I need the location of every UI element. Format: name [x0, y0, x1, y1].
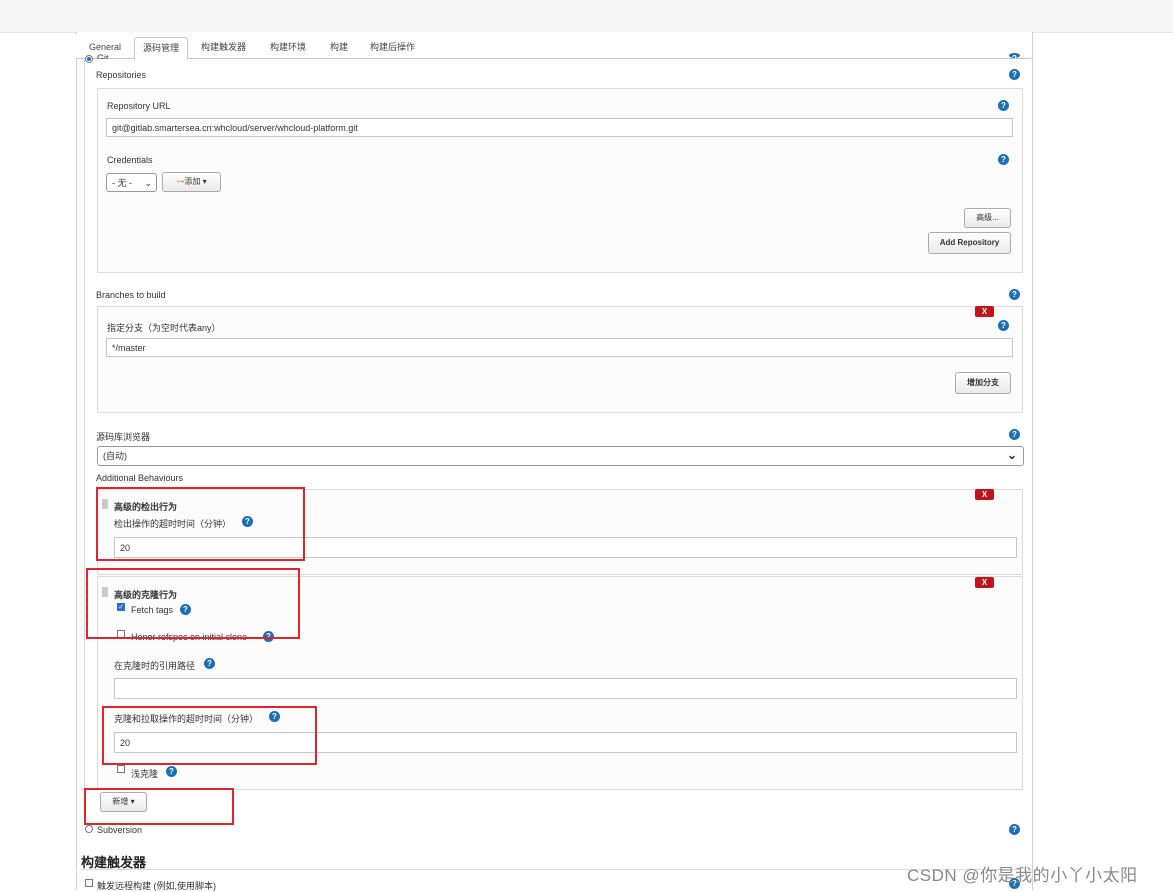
branches-help-icon[interactable]: ? — [1009, 289, 1020, 300]
delete-checkout-behaviour-button[interactable]: X — [975, 489, 994, 500]
repo-browser-help-icon[interactable]: ? — [1009, 429, 1020, 440]
credentials-label: Credentials — [107, 155, 153, 165]
branch-specifier-input[interactable]: */master — [106, 338, 1013, 357]
repositories-help-icon[interactable]: ? — [1009, 69, 1020, 80]
highlight-frame — [96, 487, 305, 561]
advanced-button[interactable]: 高级... — [964, 208, 1011, 228]
indent-guide — [84, 60, 85, 820]
top-bar — [0, 0, 1173, 33]
reference-path-help-icon[interactable]: ? — [204, 658, 215, 669]
add-credentials-label: 添加 — [184, 177, 201, 186]
repository-url-label: Repository URL — [107, 101, 171, 111]
git-help-icon[interactable]: ? — [1009, 53, 1020, 58]
delete-branch-button[interactable]: X — [975, 306, 994, 317]
branch-specifier-help-icon[interactable]: ? — [998, 320, 1009, 331]
repo-browser-select[interactable]: (自动) ⌄ — [97, 446, 1024, 466]
tab-build-environment[interactable]: 构建环境 — [262, 37, 314, 58]
repository-url-input[interactable]: git@gitlab.smartersea.cn:whcloud/server/… — [106, 118, 1013, 137]
branch-specifier-label: 指定分支（为空时代表any） — [107, 323, 221, 333]
tab-bar: General 源码管理 构建触发器 构建环境 构建 构建后操作 — [76, 34, 1031, 60]
repository-box — [97, 88, 1023, 273]
credentials-help-icon[interactable]: ? — [998, 154, 1009, 165]
watermark: CSDN @你是我的小丫小太阳 — [907, 866, 1138, 885]
highlight-frame — [84, 788, 234, 825]
add-credentials-button[interactable]: ⊶添加 ▾ — [162, 172, 221, 192]
chevron-down-icon: ⌄ — [1006, 448, 1017, 462]
credentials-select[interactable]: - 无 - ⌄ — [106, 173, 157, 192]
repo-browser-value: (自动) — [103, 451, 127, 461]
trigger-remote-checkbox[interactable] — [85, 879, 93, 887]
trigger-remote-label: 触发远程构建 (例如,使用脚本) — [97, 881, 216, 891]
git-radio-label: Git — [97, 53, 109, 59]
shallow-clone-label: 浅克隆 — [131, 769, 159, 779]
repository-url-help-icon[interactable]: ? — [998, 100, 1009, 111]
tab-source-code-management[interactable]: 源码管理 — [134, 37, 189, 60]
reference-path-label: 在克隆时的引用路径 — [114, 661, 196, 671]
credentials-select-value: - 无 - — [112, 178, 132, 188]
highlight-frame — [86, 568, 300, 639]
subversion-help-icon[interactable]: ? — [1009, 824, 1020, 835]
add-repository-button[interactable]: Add Repository — [928, 232, 1011, 254]
add-branch-button[interactable]: 增加分支 — [955, 372, 1011, 394]
section-divider — [79, 869, 1019, 870]
highlight-frame — [102, 706, 317, 765]
shallow-clone-checkbox[interactable] — [117, 765, 125, 773]
additional-behaviours-label: Additional Behaviours — [96, 473, 184, 483]
repo-browser-label: 源码库浏览器 — [96, 432, 151, 442]
chevron-down-icon: ⌄ — [144, 178, 152, 188]
repositories-label: Repositories — [96, 70, 147, 80]
subversion-radio[interactable] — [85, 825, 93, 833]
tab-post-build-actions[interactable]: 构建后操作 — [362, 37, 423, 58]
tab-build-triggers[interactable]: 构建触发器 — [193, 37, 254, 58]
branches-label: Branches to build — [96, 290, 166, 300]
delete-clone-behaviour-button[interactable]: X — [975, 577, 994, 588]
branch-box — [97, 306, 1023, 413]
subversion-label: Subversion — [97, 825, 143, 835]
shallow-clone-help-icon[interactable]: ? — [166, 766, 177, 777]
tab-build[interactable]: 构建 — [322, 37, 356, 58]
git-radio[interactable] — [85, 55, 93, 63]
reference-path-input[interactable] — [114, 678, 1017, 699]
